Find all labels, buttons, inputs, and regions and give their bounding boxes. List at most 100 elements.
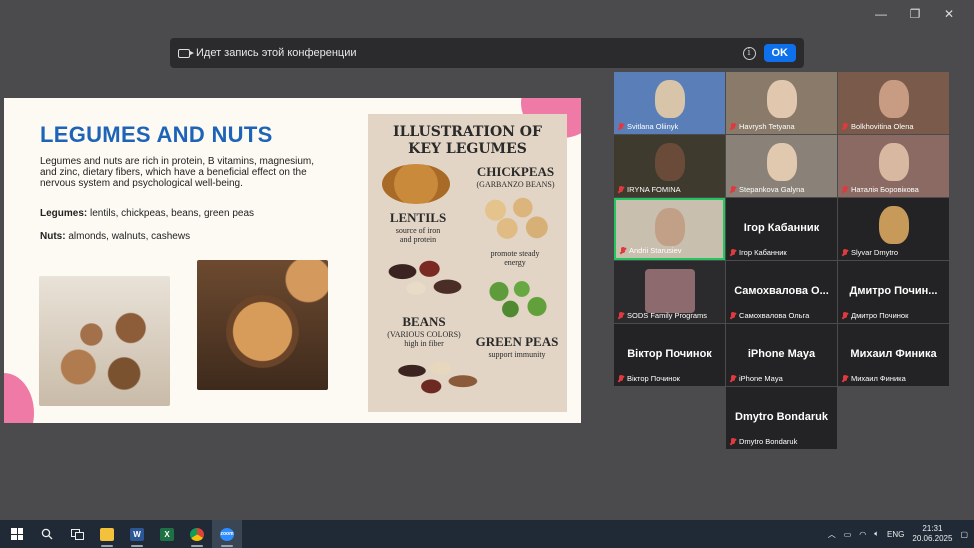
tray-volume-icon[interactable]: 🔈︎ [874,529,879,539]
participant-tile[interactable]: Самохвалова О... Самохвалова Ольга [726,261,837,323]
restore-button[interactable]: ❐ [898,6,932,22]
participant-name: Самохвалова Ольга [739,311,810,320]
participant-name-label: Bolkhovitina Olena [842,122,914,131]
beans-label: BEANS (VARIOUS COLORS) high in fiber [378,314,470,348]
participant-name: Svitlana Oliinyk [627,122,679,131]
folder-icon [100,527,114,541]
participant-tile[interactable]: Slyvar Dmytro [838,198,949,260]
participant-name-label: Дмитро Починок [842,311,908,320]
close-button[interactable]: ✕ [932,6,966,22]
participant-tile[interactable]: Bolkhovitina Olena [838,72,949,134]
lentils-sub1: source of iron [395,226,441,235]
green-peas-sub: support immunity [488,350,546,359]
participant-tile[interactable]: Дмитро Почин... Дмитро Починок [838,261,949,323]
tray-language[interactable]: ENG [887,530,904,539]
participant-display-name: Dmytro Bondaruk [735,411,828,423]
ok-button[interactable]: OK [763,44,796,62]
taskbar-word[interactable]: W [122,520,152,548]
participant-video [766,80,797,118]
participant-name: Bolkhovitina Olena [851,122,914,131]
participant-name: Ігор Кабанник [739,248,787,257]
recording-camera-icon [178,48,194,58]
participant-name: iPhone Maya [739,374,783,383]
mic-muted-icon [842,374,848,383]
lentils-sub2: and protein [399,235,437,244]
participant-name: Дмитро Починок [851,311,909,320]
participant-tile[interactable]: Віктор Починок Віктор Починок [614,324,725,386]
participant-name-label: IRYNA FOMINA [618,185,681,194]
participant-video [654,143,685,181]
illustration-title: ILLUSTRATION OF KEY LEGUMES [368,124,567,158]
participant-tile[interactable]: Havrysh Tetyana [726,72,837,134]
participant-tile[interactable]: Stepankova Galyna [726,135,837,197]
tray-date: 20.06.2025 [912,534,953,543]
participant-tile[interactable]: Dmytro Bondaruk Dmytro Bondaruk [726,387,837,449]
participant-tile[interactable]: Ігор Кабанник Ігор Кабанник [726,198,837,260]
mic-muted-icon [842,185,848,194]
steady-line1: promote steady [490,249,540,258]
task-view-icon [70,528,84,540]
search-icon [41,528,53,540]
participant-display-name: Самохвалова О... [734,285,829,297]
notification-icon[interactable]: ▢ [960,530,968,539]
mic-muted-icon [730,374,736,383]
beans-sub1: (VARIOUS COLORS) [387,330,461,339]
beans-image [380,252,470,308]
mic-muted-icon [842,311,848,320]
participant-name-label: Михаил Финика [842,374,906,383]
taskbar-excel[interactable]: X [152,520,182,548]
participant-display-name: Дмитро Почин... [849,285,938,297]
participant-display-name: Михаил Финика [850,348,937,360]
participant-name-label: Andrii Starusiev [620,246,682,255]
participant-tile[interactable]: Наталія Боровікова [838,135,949,197]
lentils-heading: LENTILS [389,210,447,225]
participant-tile[interactable]: IRYNA FOMINA [614,135,725,197]
participant-tile[interactable]: Михаил Финика Михаил Финика [838,324,949,386]
cashews-photo [197,260,328,390]
green-peas-image [480,274,556,324]
mic-muted-icon [842,122,848,131]
mic-muted-icon [842,248,848,257]
participant-name-label: SODS Family Programs [618,311,707,320]
participant-tile[interactable]: Svitlana Oliinyk [614,72,725,134]
task-view-button[interactable] [62,520,92,548]
participant-video [878,143,909,181]
tray-chevron-up-icon[interactable]: ︿ [828,529,836,540]
taskbar-file-explorer[interactable] [92,520,122,548]
mic-muted-icon [620,246,626,255]
system-tray: ︿ ▭ ◠ 🔈︎ ENG 21:31 20.06.2025 ▢ [828,520,968,548]
illustration-title-line1: ILLUSTRATION OF [393,124,542,140]
participant-tile[interactable]: SODS Family Programs [614,261,725,323]
steady-line2: energy [504,258,526,267]
participant-name: SODS Family Programs [627,311,708,320]
search-button[interactable] [32,520,62,548]
participant-video [644,269,695,313]
slide-legumes-line: Legumes: lentils, chickpeas, beans, gree… [40,208,254,219]
info-icon[interactable]: i [742,46,756,60]
participant-tile[interactable]: iPhone Maya iPhone Maya [726,324,837,386]
participant-name-label: Ігор Кабанник [730,248,787,257]
participant-name-label: Віктор Починок [618,374,680,383]
participant-name: Михаил Финика [851,374,906,383]
tray-battery-icon[interactable]: ▭ [844,530,852,539]
nuts-text: almonds, walnuts, cashews [65,231,191,242]
start-button[interactable] [2,520,32,548]
tray-wifi-icon[interactable]: ◠ [859,530,866,539]
taskbar-zoom[interactable]: zoom [212,520,242,548]
zoom-icon: zoom [220,527,234,541]
participant-name: Havrysh Tetyana [739,122,795,131]
slide-nuts-line: Nuts: almonds, walnuts, cashews [40,231,190,242]
participant-video [654,80,685,118]
windows-logo-icon [11,528,23,540]
legumes-text: lentils, chickpeas, beans, green peas [87,208,255,219]
taskbar-chrome[interactable] [182,520,212,548]
minimize-button[interactable]: — [864,6,898,22]
tray-clock[interactable]: 21:31 20.06.2025 [912,524,952,544]
participant-name-label: Slyvar Dmytro [842,248,898,257]
mic-muted-icon [730,122,736,131]
mic-muted-icon [618,374,624,383]
participant-tile[interactable]: Andrii Starusiev [614,198,725,260]
participant-name: Dmytro Bondaruk [739,437,798,446]
participant-name-label: iPhone Maya [730,374,783,383]
taskbar: W X zoom ︿ ▭ ◠ 🔈︎ ENG 21:31 20.06.2025 ▢ [0,520,974,548]
